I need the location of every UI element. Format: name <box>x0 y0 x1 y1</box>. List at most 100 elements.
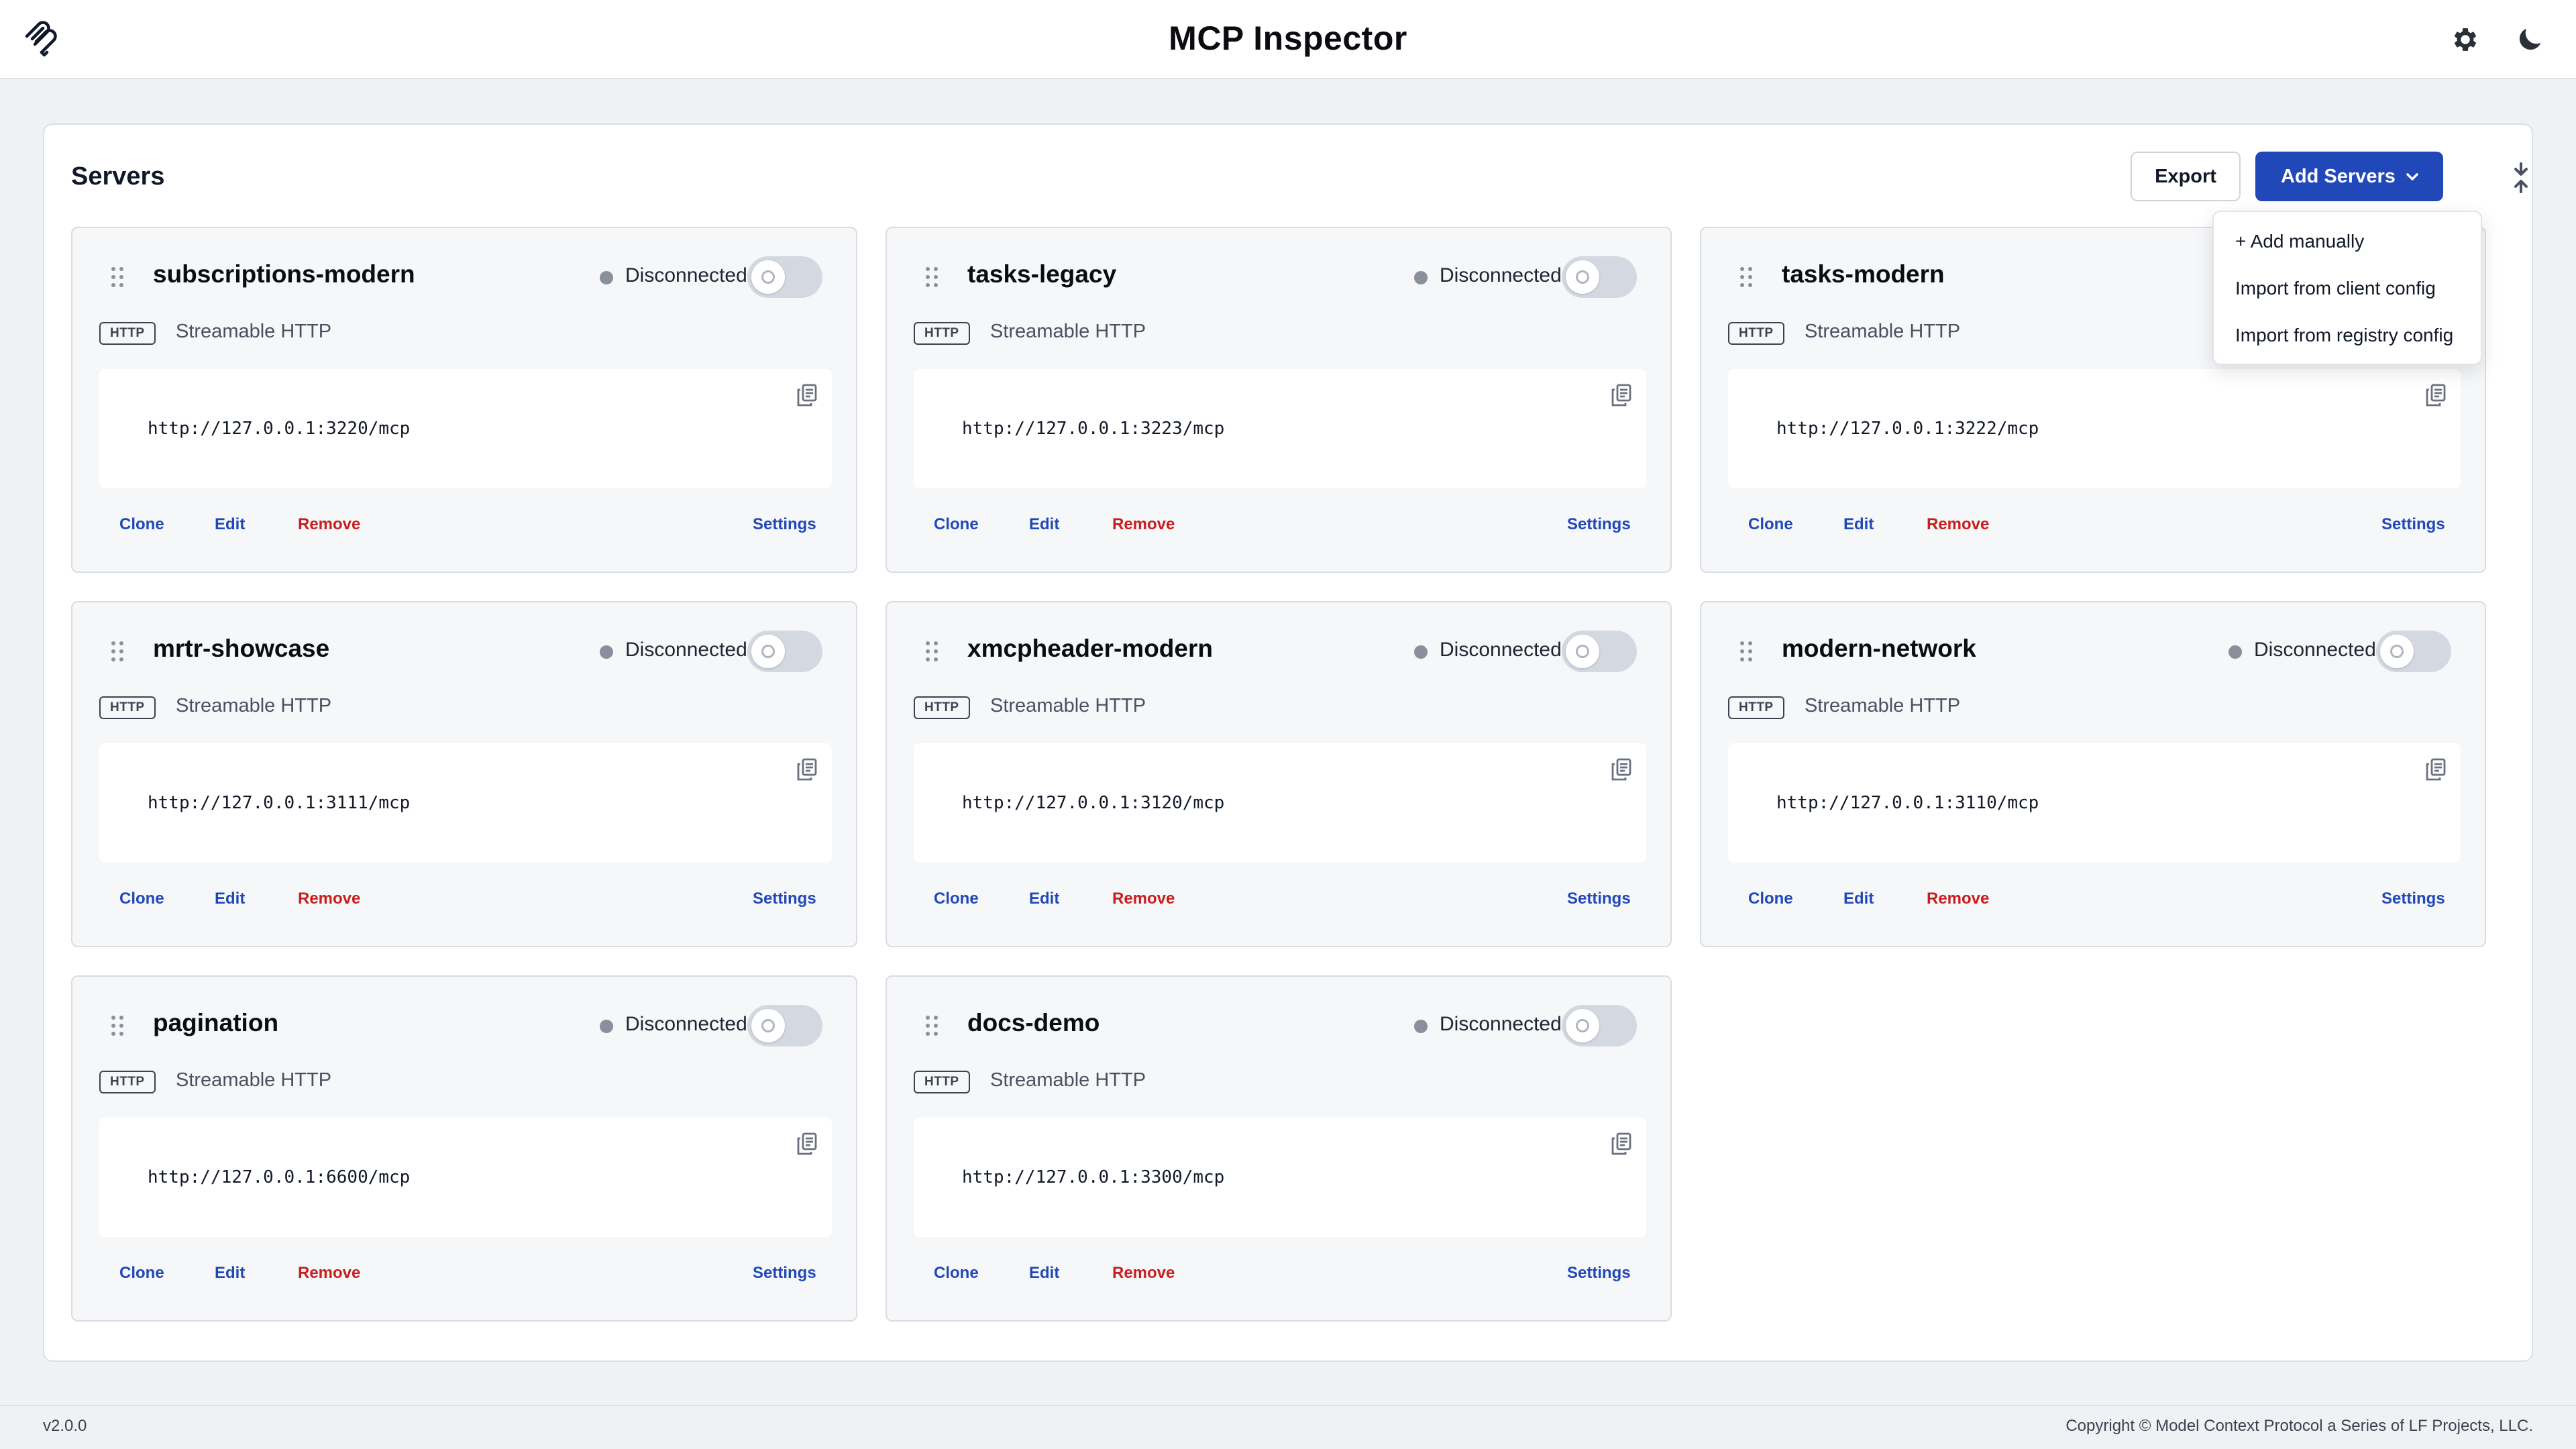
url-box: http://127.0.0.1:3300/mcp <box>914 1118 1646 1237</box>
edit-button[interactable]: Edit <box>1029 1264 1059 1283</box>
drag-handle-icon[interactable] <box>110 1014 125 1037</box>
clone-button[interactable]: Clone <box>934 515 979 534</box>
edit-button[interactable]: Edit <box>1843 890 1874 908</box>
server-card: docs-demo Disconnected HTTP Streamable H… <box>885 975 1672 1322</box>
clone-button[interactable]: Clone <box>934 890 979 908</box>
toggle-knob <box>1566 635 1599 668</box>
status-text: Disconnected <box>625 639 747 661</box>
settings-button[interactable]: Settings <box>2381 890 2445 908</box>
remove-button[interactable]: Remove <box>1927 515 1989 534</box>
add-servers-button[interactable]: Add Servers <box>2255 152 2443 201</box>
drag-handle-icon[interactable] <box>110 640 125 663</box>
status-text: Disconnected <box>2254 639 2376 661</box>
add-servers-menu: + Add manually Import from client config… <box>2212 211 2482 365</box>
status-text: Disconnected <box>1440 264 1562 286</box>
server-name: xmcpheader-modern <box>967 635 1213 662</box>
remove-button[interactable]: Remove <box>1112 1264 1175 1283</box>
edit-button[interactable]: Edit <box>215 890 245 908</box>
edit-button[interactable]: Edit <box>215 1264 245 1283</box>
transport-label: Streamable HTTP <box>176 1069 332 1091</box>
server-name: pagination <box>153 1009 279 1036</box>
copy-icon[interactable] <box>1611 1132 1631 1155</box>
connection-toggle[interactable] <box>1562 631 1637 672</box>
clone-button[interactable]: Clone <box>934 1264 979 1283</box>
copy-icon[interactable] <box>2426 384 2446 407</box>
connection-toggle[interactable] <box>2376 631 2451 672</box>
server-url[interactable]: http://127.0.0.1:3222/mcp <box>1776 419 2039 439</box>
gear-icon[interactable] <box>2450 24 2481 55</box>
settings-button[interactable]: Settings <box>753 890 816 908</box>
drag-handle-icon[interactable] <box>1739 640 1754 663</box>
clone-button[interactable]: Clone <box>1748 515 1793 534</box>
server-url[interactable]: http://127.0.0.1:3220/mcp <box>148 419 410 439</box>
edit-button[interactable]: Edit <box>1029 515 1059 534</box>
remove-button[interactable]: Remove <box>298 1264 360 1283</box>
copy-icon[interactable] <box>1611 758 1631 781</box>
drag-handle-icon[interactable] <box>1739 266 1754 288</box>
remove-button[interactable]: Remove <box>1927 890 1989 908</box>
menu-item-import-client-config[interactable]: Import from client config <box>2235 278 2436 299</box>
url-box: http://127.0.0.1:3120/mcp <box>914 743 1646 863</box>
transport-badge: HTTP <box>1728 696 1784 719</box>
edit-button[interactable]: Edit <box>1029 890 1059 908</box>
export-button[interactable]: Export <box>2131 152 2241 201</box>
moon-icon[interactable] <box>2514 24 2545 55</box>
clone-button[interactable]: Clone <box>119 1264 164 1283</box>
copy-icon[interactable] <box>797 384 817 407</box>
settings-button[interactable]: Settings <box>1567 1264 1631 1283</box>
server-url[interactable]: http://127.0.0.1:3223/mcp <box>962 419 1224 439</box>
settings-button[interactable]: Settings <box>753 515 816 534</box>
toggle-knob <box>1566 260 1599 294</box>
edit-button[interactable]: Edit <box>215 515 245 534</box>
server-url[interactable]: http://127.0.0.1:3111/mcp <box>148 793 410 813</box>
copy-icon[interactable] <box>1611 384 1631 407</box>
drag-handle-icon[interactable] <box>110 266 125 288</box>
remove-button[interactable]: Remove <box>298 515 360 534</box>
top-bar: MCP Inspector <box>0 0 2576 79</box>
settings-button[interactable]: Settings <box>1567 890 1631 908</box>
server-url[interactable]: http://127.0.0.1:3300/mcp <box>962 1167 1224 1187</box>
transport-label: Streamable HTTP <box>1805 321 1961 342</box>
toggle-knob <box>751 260 785 294</box>
copy-icon[interactable] <box>797 758 817 781</box>
collapse-all-icon[interactable] <box>2506 161 2536 195</box>
server-name: tasks-legacy <box>967 260 1117 288</box>
edit-button[interactable]: Edit <box>1843 515 1874 534</box>
remove-button[interactable]: Remove <box>298 890 360 908</box>
drag-handle-icon[interactable] <box>924 1014 939 1037</box>
settings-button[interactable]: Settings <box>2381 515 2445 534</box>
server-url[interactable]: http://127.0.0.1:6600/mcp <box>148 1167 410 1187</box>
connection-toggle[interactable] <box>1562 256 1637 298</box>
transport-label: Streamable HTTP <box>990 321 1146 342</box>
connection-toggle[interactable] <box>747 256 822 298</box>
drag-handle-icon[interactable] <box>924 266 939 288</box>
toggle-knob <box>1566 1009 1599 1042</box>
transport-badge: HTTP <box>914 696 970 719</box>
status-dot-icon <box>1414 1020 1428 1033</box>
settings-button[interactable]: Settings <box>1567 515 1631 534</box>
url-box: http://127.0.0.1:3111/mcp <box>99 743 832 863</box>
server-card: pagination Disconnected HTTP Streamable … <box>71 975 857 1322</box>
transport-badge: HTTP <box>99 322 156 345</box>
connection-toggle[interactable] <box>1562 1005 1637 1046</box>
app-title: MCP Inspector <box>1169 19 1407 57</box>
remove-button[interactable]: Remove <box>1112 515 1175 534</box>
connection-toggle[interactable] <box>747 1005 822 1046</box>
menu-item-add-manually[interactable]: + Add manually <box>2235 231 2364 252</box>
clone-button[interactable]: Clone <box>119 890 164 908</box>
status-text: Disconnected <box>625 264 747 286</box>
clone-button[interactable]: Clone <box>1748 890 1793 908</box>
clone-button[interactable]: Clone <box>119 515 164 534</box>
settings-button[interactable]: Settings <box>753 1264 816 1283</box>
copy-icon[interactable] <box>797 1132 817 1155</box>
connection-toggle[interactable] <box>747 631 822 672</box>
status-dot-icon <box>1414 645 1428 659</box>
server-url[interactable]: http://127.0.0.1:3110/mcp <box>1776 793 2039 813</box>
remove-button[interactable]: Remove <box>1112 890 1175 908</box>
toggle-knob <box>751 1009 785 1042</box>
menu-item-import-registry-config[interactable]: Import from registry config <box>2235 325 2453 346</box>
server-url[interactable]: http://127.0.0.1:3120/mcp <box>962 793 1224 813</box>
drag-handle-icon[interactable] <box>924 640 939 663</box>
server-name: docs-demo <box>967 1009 1100 1036</box>
copy-icon[interactable] <box>2426 758 2446 781</box>
